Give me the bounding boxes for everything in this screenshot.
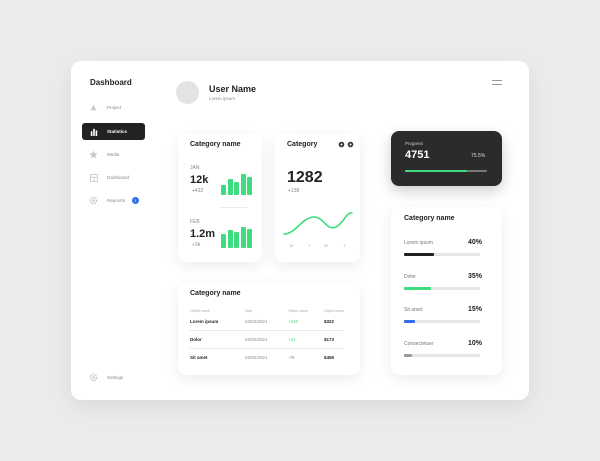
user-subtitle: Lorem ipsum	[209, 96, 236, 101]
progress-list-card: Category name Lorem ipsum 40% Dolor 35% …	[391, 207, 502, 375]
category-line-card	[275, 134, 360, 262]
progress-item-value: 10%	[467, 340, 482, 347]
cell-amount: $173	[324, 337, 335, 342]
bar	[227, 179, 233, 195]
progress-percent: 75.5%	[471, 153, 486, 159]
sidebar-item-label: Media	[107, 152, 120, 157]
day-label: M	[290, 243, 294, 248]
triangle-icon	[89, 103, 98, 112]
mini-bar-chart	[221, 174, 252, 195]
settings-icon	[89, 373, 98, 382]
progress-value: 4751	[405, 149, 430, 161]
card-title: Category name	[404, 215, 455, 222]
bar	[221, 234, 226, 248]
progress-item-value: 35%	[467, 273, 482, 280]
column-header: Date	[245, 309, 253, 313]
bar	[234, 232, 239, 248]
progress-item-label: Consectetuer	[404, 341, 434, 347]
progress-item-track	[404, 253, 480, 256]
progress-track	[405, 170, 487, 172]
cell-name: Dolor	[190, 337, 202, 342]
sidebar-item-statistics[interactable]: Statistics	[82, 123, 145, 140]
sidebar-item-media[interactable]: Media	[82, 146, 145, 163]
sidebar-item-label: Statistics	[107, 129, 128, 134]
bar	[234, 182, 239, 195]
grid-icon	[89, 173, 98, 182]
cell-amount: $456	[324, 355, 335, 360]
sidebar-item-label: Project	[107, 105, 122, 110]
card-title: Category	[287, 141, 318, 148]
cell-change: +31	[288, 337, 296, 342]
sidebar-item-label: Reposrts	[107, 198, 126, 203]
metric-change: +3k	[192, 242, 201, 248]
sidebar-item-project[interactable]: Project	[82, 99, 145, 116]
progress-item-value: 15%	[467, 306, 482, 313]
progress-item-fill	[404, 253, 435, 256]
day-label: T	[343, 243, 346, 248]
sidebar-item-reports[interactable]: Reposrts 1	[82, 192, 145, 209]
column-header: Object name	[324, 309, 344, 313]
progress-item-fill	[404, 354, 412, 357]
line-chart	[283, 212, 353, 235]
progress-item-label: Lorem ipsum	[404, 240, 433, 246]
metric-value: 1.2m	[190, 228, 216, 240]
progress-card: Progress 4751 75.5%	[391, 131, 502, 186]
metric-label: JAN	[190, 165, 200, 171]
bar	[227, 230, 233, 248]
app-title: Dashboard	[90, 78, 132, 87]
avatar[interactable]	[176, 81, 199, 104]
mini-bar-chart	[221, 227, 252, 248]
cell-date: 04/02/2021	[245, 319, 268, 324]
sidebar-item-dashboard[interactable]: Dashboard	[82, 169, 145, 186]
bar	[247, 177, 252, 195]
bar	[221, 185, 226, 195]
pager-dots-icon[interactable]	[338, 141, 354, 148]
divider	[220, 207, 247, 208]
row-divider	[189, 348, 344, 349]
cell-name: Lorem ipsum	[190, 319, 219, 324]
cell-name: Sit amet	[190, 355, 208, 360]
metric-change: +432	[192, 188, 204, 194]
cell-change: -75	[288, 355, 295, 360]
sidebar-item-label: Settings	[107, 375, 124, 380]
sidebar-item-label: Dashboard	[107, 175, 130, 180]
metric-value: 12k	[190, 174, 209, 186]
progress-item-fill	[404, 287, 431, 290]
day-label: T	[308, 243, 311, 248]
progress-title: Progress	[405, 141, 424, 146]
bar	[240, 227, 246, 248]
day-label: W	[324, 243, 328, 248]
progress-item-value: 40%	[467, 239, 482, 246]
column-header: Object name	[190, 309, 210, 313]
category-change: +138	[288, 188, 300, 194]
column-header: Object name	[288, 309, 308, 313]
hamburger-menu-icon[interactable]	[492, 80, 502, 88]
bar-chart-icon	[89, 127, 98, 136]
cell-change: +432	[288, 319, 299, 324]
progress-item-track	[404, 354, 480, 357]
progress-fill	[405, 170, 467, 172]
card-title: Category name	[190, 141, 241, 148]
sidebar-item-settings[interactable]: Settings	[82, 369, 145, 386]
gear-icon	[89, 196, 98, 205]
progress-item-fill	[404, 320, 416, 323]
bar	[247, 229, 252, 248]
user-name: User Name	[209, 84, 257, 94]
progress-item-track	[404, 287, 480, 290]
metric-label: FEB	[190, 219, 200, 225]
progress-item-track	[404, 320, 480, 323]
row-divider	[189, 330, 344, 331]
cell-date: 02/02/2021	[245, 355, 268, 360]
star-icon	[89, 150, 98, 159]
progress-item-label: Sit amet	[404, 307, 423, 313]
bar	[240, 174, 246, 195]
notification-badge: 1	[132, 197, 140, 204]
cell-date: 02/02/2021	[245, 337, 268, 342]
progress-item-label: Dolor	[404, 274, 416, 280]
category-value: 1282	[287, 169, 323, 186]
cell-amount: $322	[324, 319, 335, 324]
card-title: Category name	[190, 290, 241, 297]
